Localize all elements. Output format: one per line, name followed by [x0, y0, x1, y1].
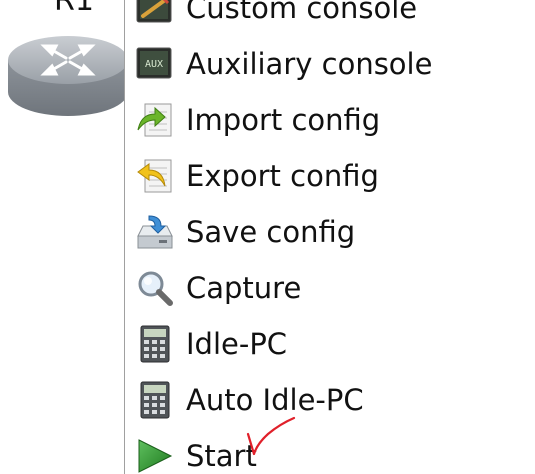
- menu-item-import-config[interactable]: Import config: [125, 90, 535, 146]
- calculator-icon: [135, 324, 175, 364]
- aux-icon-text: AUX: [145, 59, 163, 70]
- menu-item-idle-pc[interactable]: Idle-PC: [125, 314, 535, 370]
- menu-item-save-config[interactable]: Save config: [125, 202, 535, 258]
- menu-item-label: Start: [186, 439, 257, 473]
- menu-item-label: Auto Idle-PC: [186, 383, 364, 417]
- menu-item-capture[interactable]: Capture: [125, 258, 535, 314]
- node-context-menu: Custom console AUX Auxiliary console Imp…: [125, 0, 535, 474]
- aux-console-icon: AUX: [135, 44, 175, 84]
- router-icon[interactable]: [6, 28, 130, 120]
- menu-item-label: Auxiliary console: [186, 47, 433, 81]
- topology-canvas[interactable]: R1: [0, 0, 128, 474]
- menu-item-label: Capture: [186, 271, 302, 305]
- menu-item-label: Custom console: [186, 0, 418, 25]
- menu-item-auxiliary-console[interactable]: AUX Auxiliary console: [125, 34, 535, 90]
- magnifier-icon: [135, 268, 175, 308]
- play-icon: [135, 436, 175, 474]
- import-config-icon: [135, 100, 175, 140]
- node-label[interactable]: R1: [54, 0, 94, 16]
- save-config-icon: [135, 212, 175, 252]
- menu-item-label: Idle-PC: [186, 327, 288, 361]
- calculator-icon: [135, 380, 175, 420]
- custom-console-icon: [135, 0, 175, 28]
- menu-item-export-config[interactable]: Export config: [125, 146, 535, 202]
- menu-item-label: Import config: [186, 103, 381, 137]
- export-config-icon: [135, 156, 175, 196]
- menu-item-start[interactable]: Start: [125, 426, 535, 474]
- gns3-canvas-with-context-menu: R1 Custom console AUX Auxiliary console …: [0, 0, 535, 474]
- menu-item-auto-idle-pc[interactable]: Auto Idle-PC: [125, 370, 535, 426]
- menu-item-label: Export config: [186, 159, 379, 193]
- menu-item-label: Save config: [186, 215, 356, 249]
- menu-item-custom-console[interactable]: Custom console: [125, 0, 535, 34]
